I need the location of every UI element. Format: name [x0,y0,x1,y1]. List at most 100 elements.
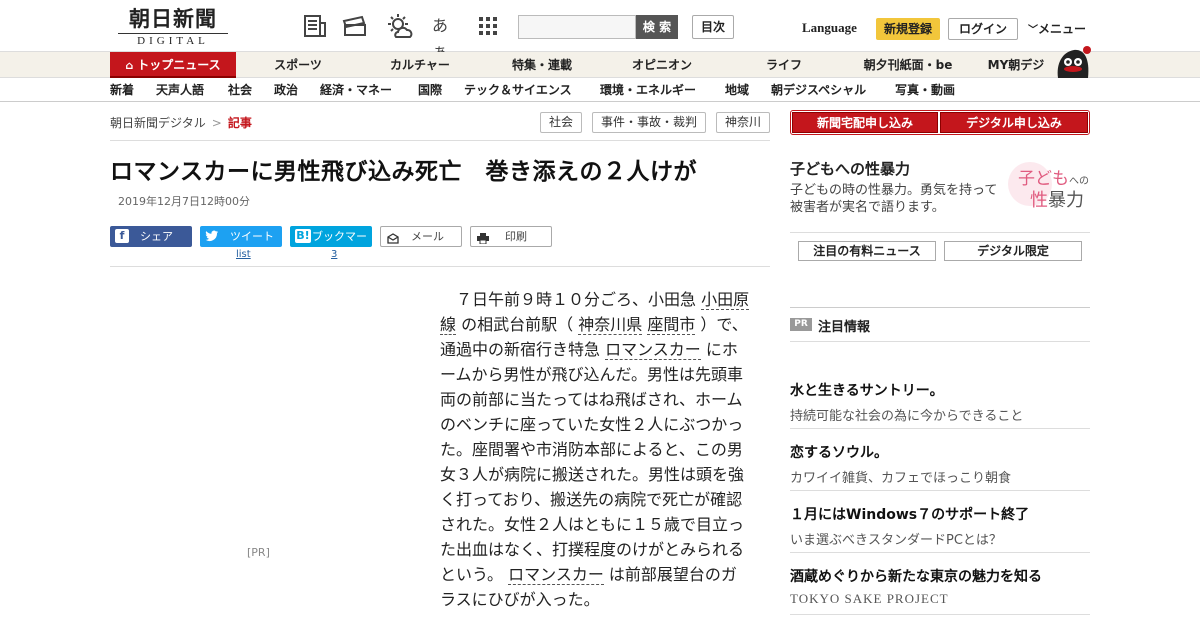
gnav-item-paper[interactable]: 朝夕刊紙面・be [848,52,968,78]
chevron-down-icon: ﹀ [1028,25,1038,36]
body-text: ７日午前９時１０分ごろ、小田急 [456,290,702,309]
breadcrumb-root[interactable]: 朝日新聞デジタル [110,116,206,130]
divider [790,307,1090,308]
digital-limited-button[interactable]: デジタル限定 [944,241,1082,261]
feature-description[interactable]: 子どもの時の性暴力。勇気を持って被害者が実名で語ります。 [790,182,1002,216]
snav-item-environment[interactable]: 環境・エネルギー [600,78,696,102]
font-size-icon[interactable]: あぁ [432,13,458,61]
hatena-bookmark-button[interactable]: B! ブックマーク [290,226,372,264]
body-text: にホームから男性が飛び込んだ。男性は先頭車両の前部に当たってはね飛ばされ、ホーム… [440,340,745,584]
pr-item[interactable]: 水と生きるサントリー。 持続可能な社会の為に今からできること [790,380,1090,424]
mail-button[interactable]: メール [380,226,462,247]
search-button[interactable]: 検 索 [636,15,678,39]
subscribe-paper-button[interactable]: 新聞宅配申し込み [792,112,938,133]
article-body: ７日午前９時１０分ごろ、小田急 小田原線 の相武台前駅（ 神奈川県 座間市 ）で… [440,287,750,612]
toc-button[interactable]: 目次 [692,15,734,39]
menu-button[interactable]: ﹀メニュー [1028,20,1086,37]
pr-item-desc: カワイイ雑貨、カフェでほっこり朝食 [790,471,1012,486]
login-button[interactable]: ログイン [948,18,1018,40]
link-zama-city[interactable]: 座間市 [647,315,696,335]
divider [110,140,770,141]
tag-incident[interactable]: 事件・事故・裁判 [592,112,706,133]
home-icon: ⌂ [125,59,134,72]
feature-logo[interactable]: 子どもへの 性暴力 [1008,162,1092,214]
body-text: の相武台前駅（ [456,315,579,334]
divider [790,341,1090,342]
gnav-item-life[interactable]: ライフ [736,52,832,78]
breadcrumb: 朝日新聞デジタル > 記事 [110,114,252,131]
snav-item-photo-video[interactable]: 写真・動画 [895,78,955,102]
pr-heading: 注目情報 [818,320,871,335]
tag-society[interactable]: 社会 [540,112,582,133]
ticket-icon[interactable] [342,13,368,39]
pr-item[interactable]: 恋するソウル。 カワイイ雑貨、カフェでほっこり朝食 [790,442,1090,486]
pr-item-desc: いま選ぶべきスタンダードPCとは？ [790,533,1002,548]
snav-item-tech[interactable]: テック＆サイエンス [464,78,572,102]
article-date: 2019年12月7日12時00分 [118,195,250,208]
subscribe-digital-button[interactable]: デジタル申し込み [940,112,1088,133]
article-title: ロマンスカーに男性飛び込み死亡 巻き添えの２人けが [110,159,698,185]
gnav-item-sports[interactable]: スポーツ [250,52,346,78]
pr-item-title: １月にはWindows７のサポート終了 [790,507,1030,523]
mail-label: メール [411,230,444,243]
twitter-icon [205,229,219,250]
pr-badge: PR [790,318,812,331]
twitter-count[interactable]: list [236,249,251,260]
twitter-share-label: ツイート [230,230,274,243]
gnav-item-features[interactable]: 特集・連載 [494,52,590,78]
grid-menu-icon[interactable] [478,13,504,39]
hatena-count[interactable]: 3 [331,249,337,260]
pr-item[interactable]: １月にはWindows７のサポート終了 いま選ぶべきスタンダードPCとは？ [790,504,1090,548]
snav-item-special[interactable]: 朝デジスペシャル [771,78,866,102]
divider [790,428,1090,429]
breadcrumb-separator: > [211,116,222,130]
pr-item-title: 恋するソウル。 [790,445,888,461]
ad-pr-label: [PR] [247,546,270,559]
global-nav: ⌂ トップニュース スポーツ カルチャー 特集・連載 オピニオン ライフ 朝夕刊紙… [0,52,1200,78]
link-romancecar[interactable]: ロマンスカー [605,340,701,360]
gnav-item-top-news[interactable]: ⌂ トップニュース [110,52,236,78]
gnav-item-opinion[interactable]: オピニオン [614,52,710,78]
snav-item-economy[interactable]: 経済・マネー [320,78,392,102]
facebook-share-label: シェア [140,230,173,243]
print-button[interactable]: 印刷 [470,226,552,247]
pr-item-title: 水と生きるサントリー。 [790,383,944,399]
gnav-item-my-asahi[interactable]: MY朝デジ [976,52,1056,78]
snav-item-latest[interactable]: 新着 [110,78,134,102]
paid-news-button[interactable]: 注目の有料ニュース [798,241,936,261]
divider [110,266,770,267]
sub-nav: 新着 天声人語 社会 政治 経済・マネー 国際 テック＆サイエンス 環境・エネル… [0,78,1200,102]
weather-icon[interactable] [386,13,413,39]
newspaper-icon[interactable] [302,13,328,39]
snav-item-politics[interactable]: 政治 [274,78,298,102]
facebook-share-button[interactable]: f シェア [110,226,192,247]
snav-item-region[interactable]: 地域 [725,78,749,102]
pr-item-desc: 持続可能な社会の為に今からできること [790,409,1024,424]
register-button[interactable]: 新規登録 [876,18,940,40]
divider [790,552,1090,553]
hatena-bookmark-label: ブックマーク [312,230,367,264]
mascot-icon[interactable] [1054,44,1092,78]
pr-item-title: 酒蔵めぐりから新たな東京の魅力を知る [790,569,1042,585]
search-input[interactable] [518,15,636,39]
pr-item[interactable]: 酒蔵めぐりから新たな東京の魅力を知る TOKYO SAKE PROJECT [790,566,1090,607]
feature-title[interactable]: 子どもへの性暴力 [790,158,910,179]
snav-item-international[interactable]: 国際 [418,78,442,102]
gnav-label: トップニュース [137,58,221,72]
divider [790,614,1090,615]
site-logo[interactable]: 朝日新聞 DIGITAL [118,8,228,48]
hatena-icon: B! [295,229,311,243]
link-kanagawa[interactable]: 神奈川県 [578,315,643,335]
tag-kanagawa[interactable]: 神奈川 [716,112,770,133]
language-link[interactable]: Language [802,20,857,36]
feature-logo-text-2: 性暴力 [1030,186,1084,212]
site-header: 朝日新聞 DIGITAL あぁ 検 索 目次 Language 新規登録 ログイ… [0,0,1200,61]
print-label: 印刷 [505,230,527,243]
twitter-share-button[interactable]: ツイート [200,226,282,247]
logo-text-ja: 朝日新聞 [129,6,217,31]
snav-item-tenseijingo[interactable]: 天声人語 [156,78,204,102]
link-romancecar-2[interactable]: ロマンスカー [508,565,604,585]
divider [790,232,1090,233]
gnav-item-culture[interactable]: カルチャー [372,52,468,78]
snav-item-society[interactable]: 社会 [228,78,252,102]
